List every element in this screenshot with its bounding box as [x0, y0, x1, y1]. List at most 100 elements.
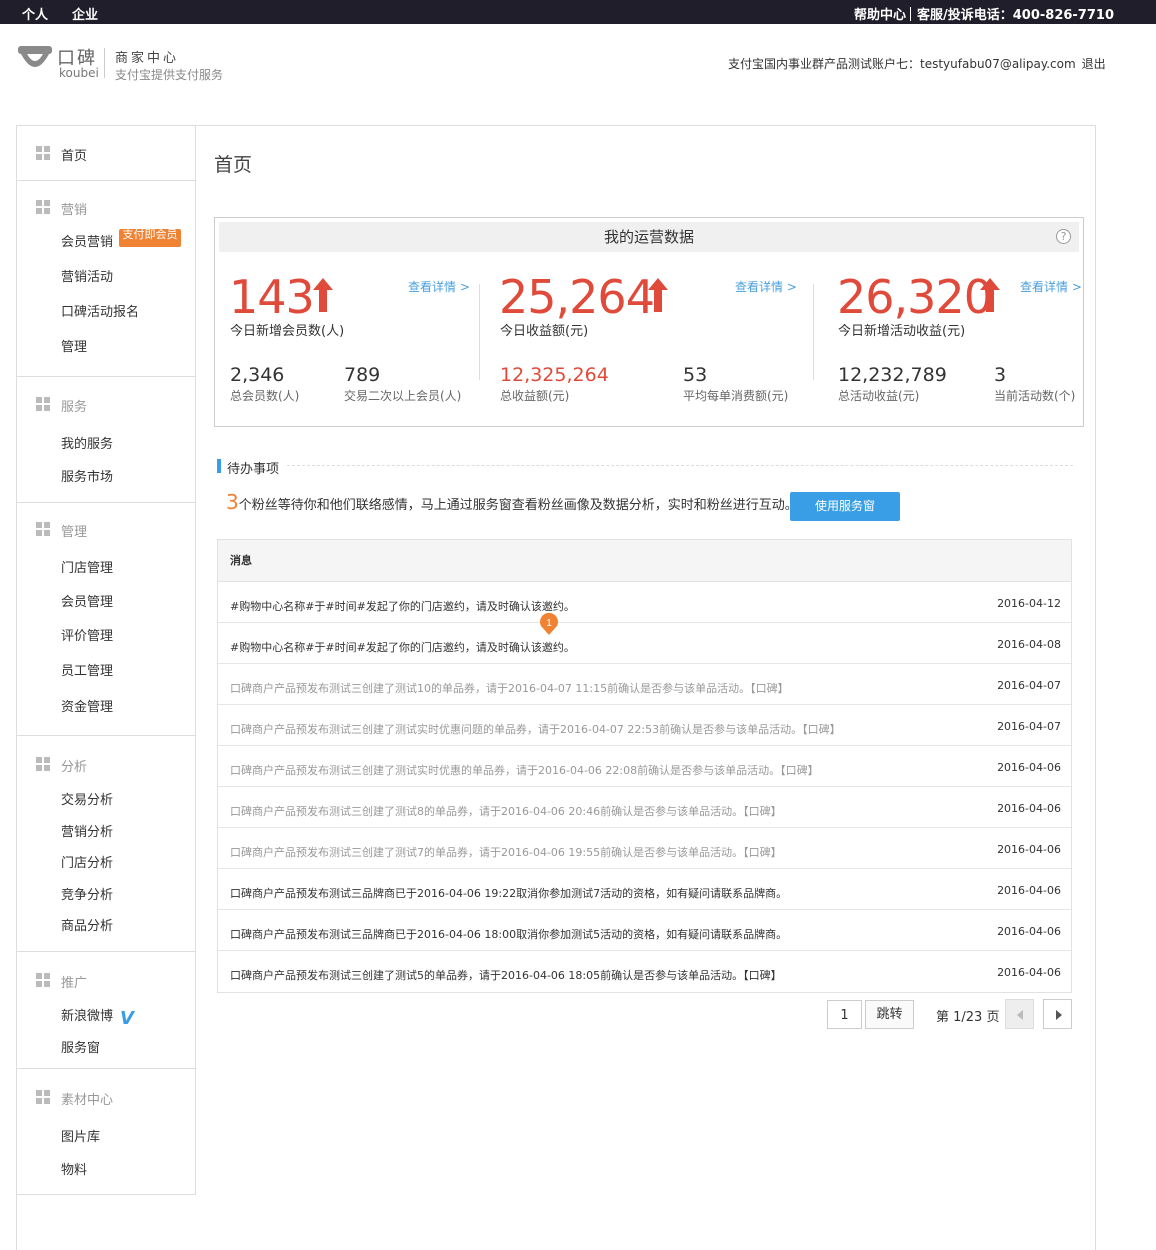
sidebar-section-home: 首页 [16, 125, 195, 181]
fans-notice: 3个粉丝等待你和他们联络感情，马上通过服务窗查看粉丝画像及数据分析，实时和粉丝进… [226, 490, 798, 514]
sidebar-item-store-analysis[interactable]: 门店分析 [61, 852, 113, 871]
jump-button[interactable]: 跳转 [865, 1000, 914, 1029]
message-text: 口碑商户产品预发布测试三创建了测试实时优惠的单品券，请于2016-04-06 2… [230, 764, 819, 777]
view-details-link[interactable]: 查看详情 > [408, 278, 470, 295]
message-date: 2016-04-07 [997, 679, 1061, 692]
sidebar-item-trade-analysis[interactable]: 交易分析 [61, 789, 113, 808]
grid-icon [36, 397, 50, 411]
view-details-link[interactable]: 查看详情 > [735, 278, 797, 295]
sidebar-item-weibo[interactable]: 新浪微博 [61, 1005, 113, 1024]
merchant-center-subtitle: 支付宝提供支付服务 [115, 68, 224, 82]
logout-link[interactable]: 退出 [1082, 57, 1106, 71]
sidebar-item-product-analysis[interactable]: 商品分析 [61, 915, 113, 934]
repeat-members-value: 789 [344, 364, 381, 386]
sidebar-item-service-market[interactable]: 服务市场 [61, 466, 113, 485]
today-activity-revenue-value: 26,320 [837, 270, 993, 324]
sidebar-item-store-manage[interactable]: 门店管理 [61, 557, 113, 576]
grid-icon [36, 973, 50, 987]
table-row[interactable]: 口碑商户产品预发布测试三创建了测试实时优惠的单品券，请于2016-04-06 2… [218, 746, 1071, 787]
today-new-members-label: 今日新增会员数(人) [230, 324, 345, 339]
grid-icon [36, 757, 50, 771]
sidebar-item-member-marketing[interactable]: 会员营销 [61, 231, 113, 250]
grid-icon [36, 1090, 50, 1104]
sidebar-item-marketing-manage[interactable]: 管理 [61, 336, 87, 355]
message-date: 2016-04-06 [997, 802, 1061, 815]
table-row[interactable]: #购物中心名称#于#时间#发起了你的门店邀约，请及时确认该邀约。 2016-04-… [218, 582, 1071, 623]
grid-icon [36, 146, 50, 160]
enterprise-link[interactable]: 企业 [72, 4, 98, 23]
sidebar-head-promo: 推广 [61, 976, 88, 991]
account-info: 支付宝国内事业群产品测试账户七：testyufabu07@alipay.com 退… [728, 55, 1106, 72]
message-date: 2016-04-07 [997, 720, 1061, 733]
help-center-link[interactable]: 帮助中心 [854, 4, 906, 23]
message-date: 2016-04-06 [997, 843, 1061, 856]
divider [910, 6, 911, 21]
table-row[interactable]: #购物中心名称#于#时间#发起了你的门店邀约，请及时确认该邀约。 2016-04-… [218, 623, 1071, 664]
prev-page-button[interactable] [1005, 999, 1034, 1029]
divider [287, 465, 1073, 466]
fans-notice-text: 个粉丝等待你和他们联络感情，马上通过服务窗查看粉丝画像及数据分析，实时和粉丝进行… [238, 498, 798, 513]
merchant-center-title: 商家中心 [115, 51, 180, 66]
account-name[interactable]: 支付宝国内事业群产品测试账户七：testyufabu07@alipay.com [728, 57, 1076, 71]
message-table-header: 消息 [218, 540, 1071, 582]
sidebar-item-review-manage[interactable]: 评价管理 [61, 625, 113, 644]
page-number-input[interactable]: 1 [827, 1000, 862, 1029]
total-members-value: 2,346 [230, 364, 285, 386]
total-activity-revenue-label: 总活动收益(元) [838, 389, 920, 403]
total-activity-revenue-value: 12,232,789 [838, 364, 947, 386]
logo-divider [104, 48, 105, 78]
table-row[interactable]: 口碑商户产品预发布测试三品牌商已于2016-04-06 18:00取消你参加测试… [218, 910, 1071, 951]
koubei-logo-icon[interactable] [18, 44, 52, 76]
top-bar: 个人 企业 帮助中心 客服/投诉电话：400-826-7710 [0, 0, 1156, 24]
sidebar-item-my-service[interactable]: 我的服务 [61, 433, 113, 452]
current-activities-value: 3 [994, 364, 1007, 386]
logo-text-en: koubei [59, 66, 99, 80]
pay-member-badge: 支付即会员 [119, 229, 181, 247]
operation-data-panel: 我的运营数据 ? 143 查看详情 > 今日新增会员数(人) 2,346 总会员… [214, 217, 1084, 427]
sidebar-head-marketing: 营销 [61, 203, 88, 218]
todo-title: 待办事项 [227, 462, 280, 477]
sidebar-item-service-window[interactable]: 服务窗 [61, 1037, 100, 1056]
today-revenue-label: 今日收益额(元) [500, 324, 589, 339]
sidebar-item-fund-manage[interactable]: 资金管理 [61, 696, 113, 715]
grid-icon [36, 522, 50, 536]
today-revenue-value: 25,264 [499, 270, 655, 324]
view-details-link[interactable]: 查看详情 > [1020, 278, 1082, 295]
sidebar-item-member-manage[interactable]: 会员管理 [61, 591, 113, 610]
message-date: 2016-04-06 [997, 925, 1061, 938]
annotation-pin-icon: 1 [540, 612, 558, 635]
table-row[interactable]: 口碑商户产品预发布测试三品牌商已于2016-04-06 19:22取消你参加测试… [218, 869, 1071, 910]
help-icon[interactable]: ? [1056, 229, 1071, 244]
table-row[interactable]: 口碑商户产品预发布测试三创建了测试10的单品券，请于2016-04-07 11:… [218, 664, 1071, 705]
section-marker [217, 459, 221, 473]
grid-icon [36, 200, 50, 214]
message-text: 口碑商户产品预发布测试三创建了测试实时优惠问题的单品券，请于2016-04-07… [230, 723, 841, 736]
next-page-button[interactable] [1043, 999, 1072, 1029]
sidebar-item-koubei-signup[interactable]: 口碑活动报名 [61, 301, 139, 320]
message-text: #购物中心名称#于#时间#发起了你的门店邀约，请及时确认该邀约。 [230, 641, 575, 654]
annotation-pin-number: 1 [546, 618, 552, 629]
sidebar-item-home[interactable]: 首页 [61, 145, 87, 164]
sidebar-item-marketing-analysis[interactable]: 营销分析 [61, 821, 113, 840]
sidebar-item-marketing-activity[interactable]: 营销活动 [61, 266, 113, 285]
sidebar-item-staff-manage[interactable]: 员工管理 [61, 660, 113, 679]
fans-count: 3 [226, 490, 239, 514]
table-row[interactable]: 口碑商户产品预发布测试三创建了测试7的单品券，请于2016-04-06 19:5… [218, 828, 1071, 869]
sidebar-head-service: 服务 [61, 400, 88, 415]
table-row[interactable]: 口碑商户产品预发布测试三创建了测试5的单品券，请于2016-04-06 18:0… [218, 951, 1071, 992]
sidebar-section-material: 素材中心 [16, 1069, 195, 1195]
message-text: 口碑商户产品预发布测试三创建了测试10的单品券，请于2016-04-07 11:… [230, 682, 789, 695]
sidebar-head-analysis: 分析 [61, 760, 88, 775]
avg-order-label: 平均每单消费额(元) [683, 389, 789, 403]
operation-data-title-text: 我的运营数据 [603, 228, 694, 246]
sidebar-item-competition-analysis[interactable]: 竞争分析 [61, 884, 113, 903]
personal-link[interactable]: 个人 [22, 4, 48, 23]
table-row[interactable]: 口碑商户产品预发布测试三创建了测试8的单品券，请于2016-04-06 20:4… [218, 787, 1071, 828]
sidebar-item-image-library[interactable]: 图片库 [61, 1126, 100, 1145]
up-arrow-icon [313, 278, 333, 312]
sidebar-item-materials[interactable]: 物料 [61, 1159, 87, 1178]
use-service-window-button[interactable]: 使用服务窗 [790, 492, 900, 521]
today-new-members-value: 143 [229, 270, 315, 324]
message-text: 口碑商户产品预发布测试三品牌商已于2016-04-06 18:00取消你参加测试… [230, 928, 788, 941]
table-row[interactable]: 口碑商户产品预发布测试三创建了测试实时优惠问题的单品券，请于2016-04-07… [218, 705, 1071, 746]
